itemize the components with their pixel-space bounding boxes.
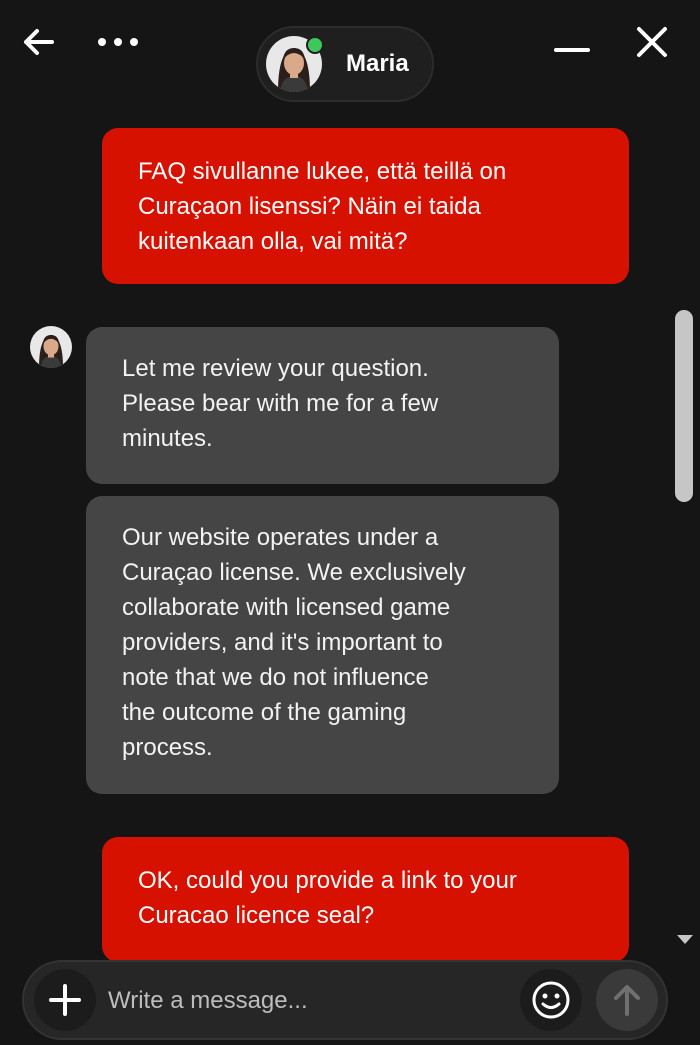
message-line: Let me review your question. [122, 355, 429, 382]
message-line: Curaçao license. We exclusively [122, 559, 466, 586]
message-line: Curaçaon lisenssi? Näin ei taida [138, 193, 481, 220]
triangle-down-icon [677, 935, 693, 944]
message-line: Curacao licence seal? [138, 902, 375, 929]
message-line: OK, could you provide a link to your [138, 867, 517, 894]
back-button[interactable] [18, 22, 58, 62]
agent-message: Let me review your question. Please bear… [86, 327, 559, 484]
message-line: FAQ sivullanne lukee, että teillä on [138, 158, 507, 185]
agent-avatar-icon [30, 326, 72, 368]
user-message: OK, could you provide a link to your Cur… [102, 837, 629, 960]
scroll-down-button[interactable] [674, 928, 696, 950]
arrow-up-icon [614, 985, 640, 1016]
online-status-dot [306, 36, 324, 54]
scroll-track[interactable] [676, 110, 694, 960]
message-line: Our website operates under a [122, 524, 439, 551]
more-options-button[interactable] [92, 22, 144, 62]
chat-header: Maria [0, 0, 700, 110]
message-line: kuitenkaan olla, vai mitä? [138, 228, 408, 255]
more-horizontal-icon [98, 38, 138, 46]
agent-message: Our website operates under a Curaçao lic… [86, 496, 559, 794]
message-line: minutes. [122, 425, 213, 452]
close-button[interactable] [630, 22, 674, 62]
emoji-button[interactable] [520, 969, 582, 1031]
message-line: providers, and it's important to [122, 629, 443, 656]
message-list: FAQ sivullanne lukee, että teillä on Cur… [0, 110, 670, 960]
agent-message-avatar [30, 326, 72, 368]
message-line: Please bear with me for a few [122, 390, 439, 417]
message-scrollbar[interactable] [670, 110, 700, 960]
message-composer [22, 960, 668, 1040]
chat-window: Maria FAQ sivullanne lukee, että teillä … [0, 0, 700, 1045]
close-icon [637, 27, 667, 57]
avatar [266, 36, 324, 92]
user-message: FAQ sivullanne lukee, että teillä on Cur… [102, 128, 629, 284]
message-input[interactable] [106, 972, 510, 1030]
message-line: process. [122, 734, 213, 761]
minimize-button[interactable] [550, 30, 594, 70]
scroll-thumb[interactable] [675, 310, 693, 502]
plus-icon [49, 984, 81, 1016]
agent-info[interactable]: Maria [256, 26, 434, 102]
message-line: the outcome of the gaming [122, 699, 407, 726]
attach-button[interactable] [34, 969, 96, 1031]
message-line: collaborate with licensed game [122, 594, 451, 621]
agent-name: Maria [346, 50, 409, 77]
smiley-icon [532, 981, 570, 1019]
arrow-left-icon [24, 29, 54, 55]
minimize-icon [554, 48, 590, 52]
send-button[interactable] [596, 969, 658, 1031]
message-line: note that we do not influence [122, 664, 429, 691]
